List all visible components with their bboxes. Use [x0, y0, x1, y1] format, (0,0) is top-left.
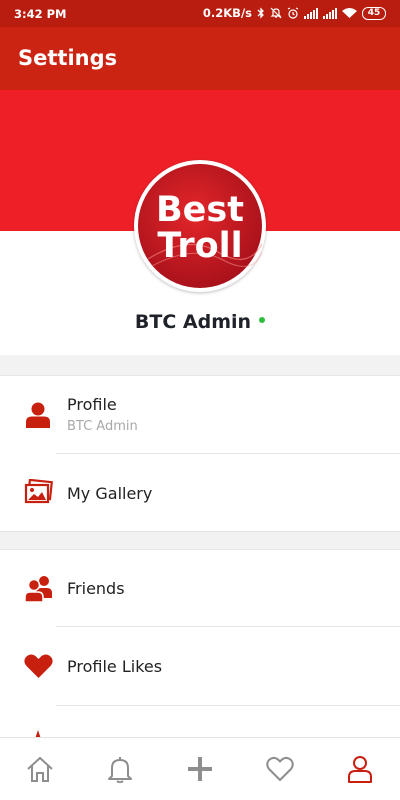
section-separator	[0, 531, 400, 550]
mute-icon	[270, 7, 282, 19]
avatar-logo-text-1: Best	[156, 190, 244, 230]
status-time: 3:42 PM	[14, 7, 67, 21]
status-bar: 3:42 PM 0.2KB/s 45	[0, 0, 400, 27]
nav-likes[interactable]	[240, 738, 320, 800]
signal-icon	[323, 7, 337, 19]
avatar[interactable]: Best Troll	[134, 160, 266, 292]
battery-icon: 45	[362, 6, 386, 20]
menu-item-profile-label: Profile	[67, 395, 117, 414]
menu-item-friends-label: Friends	[67, 579, 125, 598]
menu-item-profile[interactable]: Profile BTC Admin	[0, 376, 400, 453]
menu-item-gallery-label: My Gallery	[67, 484, 153, 503]
nav-home[interactable]	[0, 738, 80, 800]
bluetooth-icon	[257, 7, 264, 19]
profile-username: BTC Admin	[0, 311, 400, 333]
menu-item-profile-likes-label: Profile Likes	[67, 657, 163, 676]
menu-item-gallery[interactable]: My Gallery	[0, 454, 400, 531]
wifi-icon	[342, 7, 357, 18]
heart-outline-icon	[266, 756, 294, 781]
nav-notifications[interactable]	[80, 738, 160, 800]
nav-profile[interactable]	[320, 738, 400, 800]
section-separator	[0, 355, 400, 376]
home-icon	[27, 756, 53, 782]
gallery-icon	[24, 479, 53, 504]
menu-item-friends[interactable]: Friends	[0, 549, 400, 626]
menu-item-partial[interactable]	[0, 706, 400, 738]
menu-item-profile-likes[interactable]: Profile Likes	[0, 627, 400, 705]
alarm-icon	[287, 7, 299, 19]
plus-icon	[188, 757, 212, 781]
menu-item-profile-sublabel: BTC Admin	[67, 419, 138, 434]
avatar-logo: Best Troll	[138, 164, 262, 288]
app-bar: Settings	[0, 27, 400, 90]
person-icon	[26, 402, 50, 428]
username-text: BTC Admin	[134, 311, 252, 333]
status-icons: 0.2KB/s 45	[203, 6, 386, 20]
avatar-logo-text-2: Troll	[157, 226, 242, 266]
page-title: Settings	[18, 46, 118, 70]
online-status-dot	[259, 316, 266, 323]
bell-icon	[108, 757, 132, 783]
user-icon	[348, 756, 372, 783]
signal-icon	[304, 7, 318, 19]
bottom-nav	[0, 737, 400, 800]
nav-add[interactable]	[160, 738, 240, 800]
net-speed: 0.2KB/s	[202, 6, 252, 20]
friends-icon	[24, 576, 52, 602]
heart-icon	[24, 654, 53, 678]
